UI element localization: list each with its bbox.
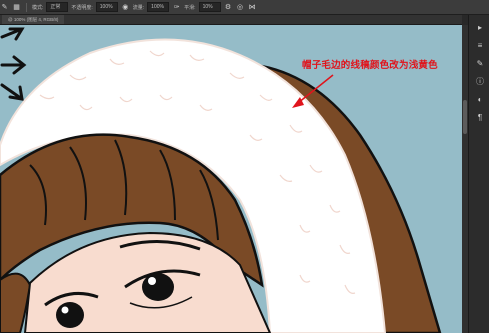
opacity-label: 不透明度:	[71, 4, 93, 11]
info-icon[interactable]: ⓘ	[475, 77, 485, 87]
paragraph-icon[interactable]: ¶	[475, 113, 485, 123]
separator	[26, 2, 27, 12]
mode-label: 模式:	[32, 4, 44, 11]
history-icon[interactable]: ▸	[475, 23, 485, 33]
opacity-field[interactable]: 100%	[95, 2, 118, 12]
adjust-icon[interactable]: ◐	[475, 95, 485, 105]
brush-settings-icon[interactable]: ✎	[475, 59, 485, 69]
brush-panel-icon[interactable]: ▦	[12, 3, 21, 12]
document-tab-bar: @ 100% (图层 4, RGB/8)	[0, 15, 462, 25]
canvas-area[interactable]: 帽子毛边的线稿颜色改为浅黄色	[0, 25, 462, 333]
airbrush-icon[interactable]: ✑	[172, 3, 181, 12]
smooth-field[interactable]: 10%	[198, 2, 221, 12]
flow-label: 流量:	[132, 4, 145, 11]
pressure-opacity-icon[interactable]: ◉	[121, 3, 130, 12]
options-bar: ✎ ▦ 模式: 正常 不透明度: 100% ◉ 流量: 100% ✑ 平滑: 1…	[0, 0, 489, 15]
right-eye	[142, 273, 174, 301]
illustration	[0, 27, 442, 333]
eye-highlight	[148, 277, 156, 285]
annotation-text: 帽子毛边的线稿颜色改为浅黄色	[302, 60, 438, 71]
mode-select[interactable]: 正常	[46, 2, 69, 12]
panel-dock: ▸ ≡ ✎ ⓘ ◐ ¶	[468, 15, 489, 333]
brush-icon[interactable]: ✎	[0, 3, 9, 12]
panel-icon[interactable]: ≡	[475, 41, 485, 51]
smooth-label: 平滑:	[184, 4, 196, 11]
pressure-size-icon[interactable]: ◎	[236, 3, 245, 12]
document-tab[interactable]: @ 100% (图层 4, RGB/8)	[2, 15, 65, 24]
flow-field[interactable]: 100%	[147, 2, 170, 12]
eye-highlight	[61, 306, 69, 314]
gear-icon[interactable]: ⚙	[224, 3, 233, 12]
scrollbar-thumb[interactable]	[463, 100, 467, 134]
left-eye	[56, 302, 84, 328]
arrow-marks	[0, 27, 27, 101]
symmetry-icon[interactable]: ⋈	[248, 3, 257, 12]
